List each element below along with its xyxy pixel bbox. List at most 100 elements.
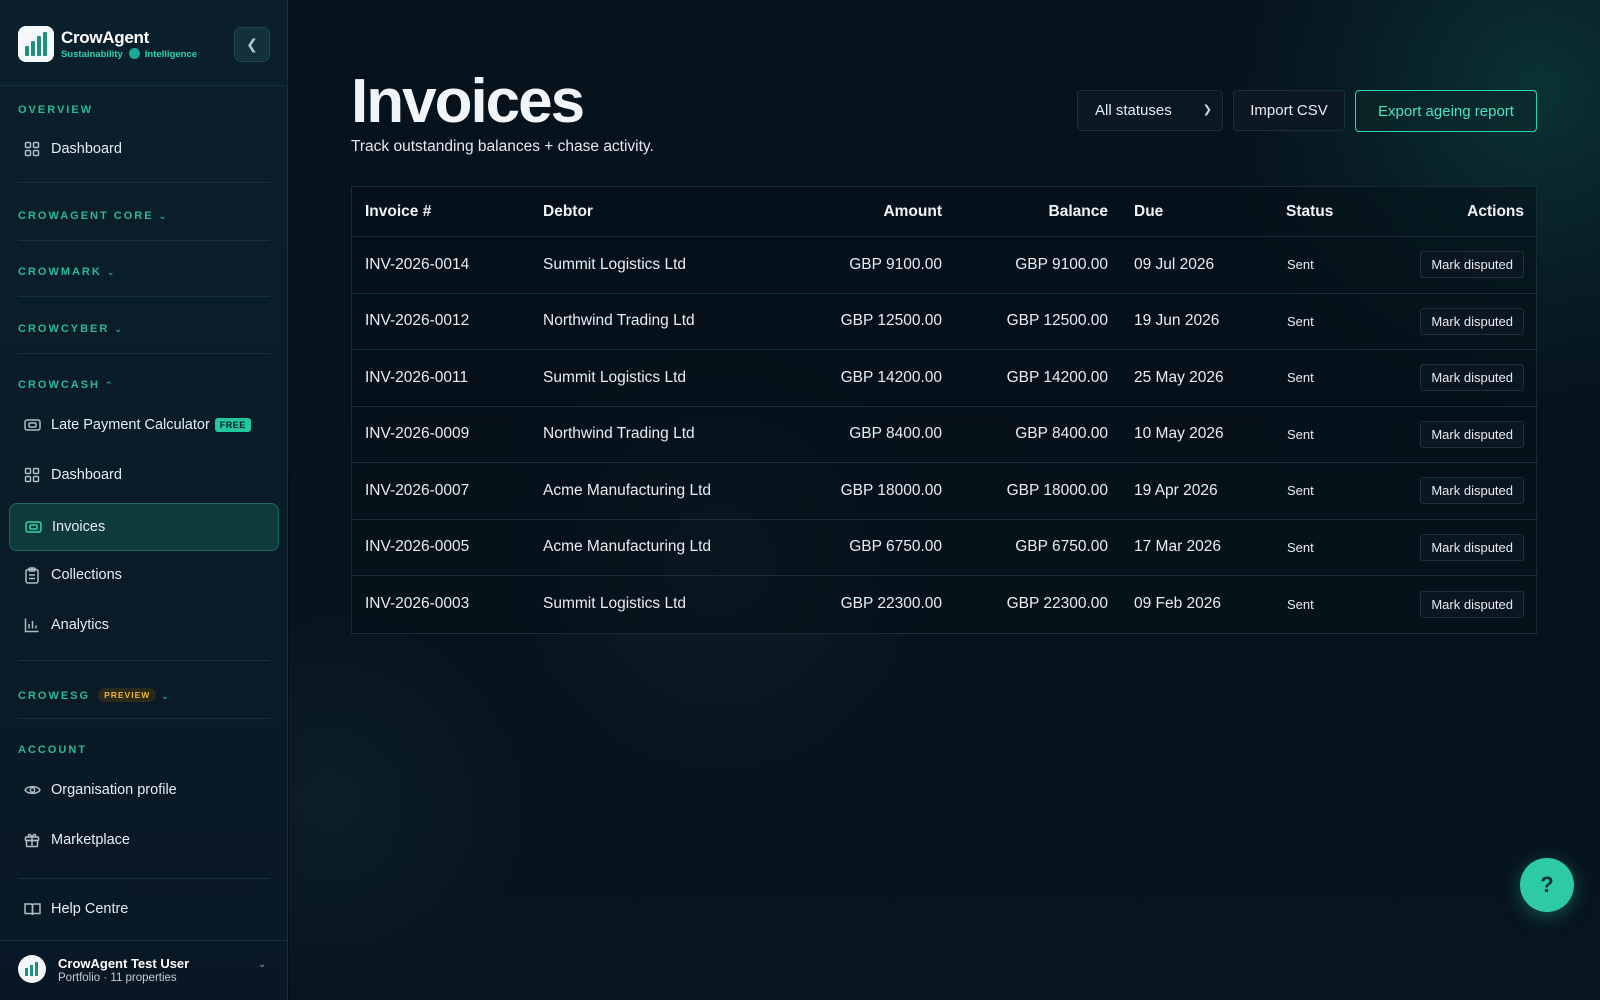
table-row[interactable]: INV-2026-0009 Northwind Trading Ltd GBP 84…: [352, 407, 1538, 463]
bar-chart-icon: [23, 616, 41, 634]
section-label-text: CROWCYBER: [18, 323, 110, 335]
collapse-sidebar-button[interactable]: ❮: [234, 27, 270, 62]
table-row[interactable]: INV-2026-0007 Acme Manufacturing Ltd GBP 1…: [352, 463, 1538, 520]
column-header-balance[interactable]: Balance: [948, 187, 1108, 236]
sidebar-item-invoices[interactable]: Invoices: [9, 503, 279, 551]
cell-due-date: 09 Feb 2026: [1134, 595, 1222, 613]
cell-due-date: 19 Apr 2026: [1134, 481, 1218, 499]
table-row[interactable]: INV-2026-0005 Acme Manufacturing Ltd GBP 6…: [352, 520, 1538, 576]
export-ageing-report-button[interactable]: Export ageing report: [1355, 90, 1537, 132]
status-badge: Sent: [1287, 370, 1314, 386]
status-badge: Sent: [1287, 483, 1314, 499]
chevron-left-icon: ❮: [246, 36, 258, 52]
table-row[interactable]: INV-2026-0012 Northwind Trading Ltd GBP 12…: [352, 294, 1538, 350]
column-header-amount[interactable]: Amount: [782, 187, 942, 236]
cell-balance: GBP 18000.00: [1006, 481, 1108, 499]
invoices-table: Invoice # Debtor Amount Balance Due Stat…: [351, 186, 1538, 634]
column-header-due[interactable]: Due: [1134, 187, 1274, 236]
chevron-down-icon: ⌄: [258, 959, 267, 970]
section-crowmark[interactable]: CROWMARK ⌄: [18, 266, 114, 278]
cell-amount: GBP 12500.00: [840, 312, 942, 330]
table-row[interactable]: INV-2026-0014 Summit Logistics Ltd GBP 910…: [352, 237, 1538, 294]
column-header-debtor[interactable]: Debtor: [543, 187, 803, 236]
chevron-down-icon: ⌄: [158, 211, 167, 221]
sidebar-item-late-payment-calculator[interactable]: Late Payment Calculator FREE: [9, 403, 279, 447]
cell-actions: Mark disputed: [1412, 463, 1524, 519]
help-button[interactable]: ?: [1520, 858, 1574, 912]
preview-badge: PREVIEW: [98, 688, 157, 702]
cell-invoice-number[interactable]: INV-2026-0005: [365, 520, 535, 576]
user-name: CrowAgent Test User: [58, 956, 190, 971]
section-label-text: CROWCASH: [18, 379, 100, 391]
user-menu[interactable]: CrowAgent Test User Portfolio · 11 prope…: [0, 940, 288, 1000]
section-crowesg[interactable]: CROWESG PREVIEW ⌄: [18, 688, 169, 702]
globe-icon: [128, 48, 140, 59]
column-header-invoice[interactable]: Invoice #: [365, 187, 535, 236]
divider: [18, 878, 270, 879]
section-label-text: CROWAGENT CORE: [18, 210, 154, 222]
import-csv-button[interactable]: Import CSV: [1233, 90, 1345, 131]
cell-invoice-number[interactable]: INV-2026-0009: [365, 407, 535, 463]
user-subtitle: Portfolio · 11 properties: [58, 972, 177, 984]
grid-icon: [23, 466, 41, 484]
cell-actions: Mark disputed: [1412, 407, 1524, 463]
sidebar-item-organisation-profile[interactable]: Organisation profile: [9, 768, 279, 812]
cell-status: Sent: [1284, 237, 1374, 293]
clipboard-icon: [23, 566, 41, 584]
cell-actions: Mark disputed: [1412, 576, 1524, 633]
sidebar-item-help-centre[interactable]: Help Centre: [9, 887, 279, 931]
sidebar-item-marketplace[interactable]: Marketplace: [9, 818, 279, 862]
sidebar-item-label: Late Payment Calculator: [51, 417, 210, 433]
cell-status: Sent: [1284, 294, 1374, 350]
cell-balance: GBP 12500.00: [1006, 312, 1108, 330]
gift-icon: [23, 831, 41, 849]
chevron-up-icon: ⌃: [105, 380, 113, 390]
mark-disputed-button[interactable]: Mark disputed: [1420, 251, 1524, 279]
mark-disputed-button[interactable]: Mark disputed: [1420, 477, 1524, 505]
divider: [18, 296, 270, 297]
cell-balance: GBP 9100.00: [1015, 255, 1108, 273]
status-badge: Sent: [1287, 313, 1314, 329]
cell-invoice-number[interactable]: INV-2026-0007: [365, 463, 535, 519]
table-row[interactable]: INV-2026-0011 Summit Logistics Ltd GBP 142…: [352, 350, 1538, 407]
cell-status: Sent: [1284, 520, 1374, 576]
section-label-text: CROWMARK: [18, 266, 102, 278]
mark-disputed-button[interactable]: Mark disputed: [1420, 590, 1524, 618]
cell-invoice-number[interactable]: INV-2026-0003: [365, 576, 535, 633]
sidebar: CrowAgent Sustainability Intelligence ❮ O…: [0, 0, 288, 1000]
mark-disputed-button[interactable]: Mark disputed: [1420, 533, 1524, 561]
cell-due-date: 17 Mar 2026: [1134, 538, 1222, 556]
avatar: [18, 955, 46, 983]
sidebar-item-overview-dashboard[interactable]: Dashboard: [9, 127, 279, 171]
sidebar-item-label: Dashboard: [51, 141, 122, 157]
divider: [18, 718, 270, 719]
cell-invoice-number[interactable]: INV-2026-0012: [365, 294, 535, 350]
sidebar-item-crowcash-dashboard[interactable]: Dashboard: [9, 453, 279, 497]
cell-actions: Mark disputed: [1412, 237, 1524, 293]
cell-invoice-number[interactable]: INV-2026-0014: [365, 237, 535, 293]
chevron-down-icon: ❯: [1202, 104, 1212, 116]
mark-disputed-button[interactable]: Mark disputed: [1420, 364, 1524, 392]
divider: [18, 240, 270, 241]
mark-disputed-button[interactable]: Mark disputed: [1420, 307, 1524, 335]
cell-debtor: Summit Logistics Ltd: [543, 595, 686, 613]
table-row[interactable]: INV-2026-0003 Summit Logistics Ltd GBP 223…: [352, 576, 1538, 633]
status-filter-select[interactable]: All statuses ❯: [1077, 90, 1223, 131]
section-crowcash[interactable]: CROWCASH ⌃: [18, 379, 113, 391]
column-header-actions: Actions: [1467, 202, 1524, 220]
mark-disputed-button[interactable]: Mark disputed: [1420, 420, 1524, 448]
status-badge: Sent: [1287, 257, 1314, 273]
section-label-text: CROWESG: [18, 690, 91, 702]
cell-amount: GBP 8400.00: [849, 425, 942, 443]
sidebar-item-analytics[interactable]: Analytics: [9, 603, 279, 647]
status-badge: Sent: [1287, 539, 1314, 555]
cell-invoice-number[interactable]: INV-2026-0011: [365, 350, 535, 406]
cell-actions: Mark disputed: [1412, 350, 1524, 406]
section-crowcyber[interactable]: CROWCYBER ⌄: [18, 323, 122, 335]
section-crowagent-core[interactable]: CROWAGENT CORE ⌄: [18, 210, 166, 222]
sidebar-item-collections[interactable]: Collections: [9, 553, 279, 597]
column-header-status[interactable]: Status: [1286, 187, 1376, 236]
brand[interactable]: CrowAgent Sustainability Intelligence: [18, 26, 268, 64]
cell-balance: GBP 6750.00: [1015, 538, 1108, 556]
eye-icon: [23, 781, 41, 799]
